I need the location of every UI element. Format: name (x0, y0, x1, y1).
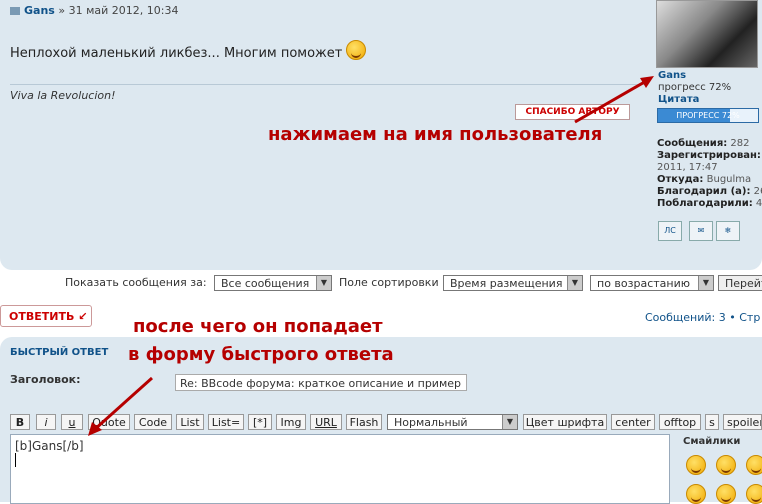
pencil-icon: ↙ (78, 310, 88, 323)
post-text: Неплохой маленький ликбез... Многим помо… (10, 46, 343, 61)
show-posts-select[interactable]: Все сообщения ▼ (214, 275, 332, 291)
annotation-line1: после чего он попадает (133, 316, 383, 337)
text-cursor (15, 453, 16, 467)
post-link-icon[interactable] (10, 7, 20, 15)
flash-button[interactable]: Flash (346, 414, 382, 430)
pm-button[interactable]: ЛС (658, 221, 682, 241)
smile-icon (346, 40, 367, 60)
stat-posts: Сообщения: 282 (657, 138, 750, 149)
quick-reply-title: БЫСТРЫЙ ОТВЕТ (10, 347, 109, 358)
annotation-arrow-2 (88, 376, 154, 436)
smiley-icon[interactable] (746, 455, 762, 475)
email-icon[interactable]: ✉ (689, 221, 713, 241)
profile-quote-link[interactable]: Цитата (658, 94, 699, 105)
message-editor[interactable]: [b]Gans[/b] (10, 434, 670, 504)
profile-username[interactable]: Gans (658, 70, 686, 81)
signature-divider (10, 84, 648, 85)
stat-thanked: Благодарил (а): 26 (657, 186, 762, 197)
annotation-arrow-1 (574, 76, 654, 124)
post-date: 31 май 2012, 10:34 (68, 4, 179, 17)
font-color-button[interactable]: Цвет шрифта (523, 414, 607, 430)
annotation-click-username: нажимаем на имя пользователя (268, 124, 603, 145)
smiley-icon[interactable] (716, 455, 736, 475)
pagination[interactable]: Сообщений: 3 • Стр (645, 311, 760, 324)
list-ordered-button[interactable]: List= (208, 414, 244, 430)
subject-input[interactable]: Re: BBcode форума: краткое описание и пр… (175, 374, 467, 391)
post-author[interactable]: Gans (24, 4, 55, 17)
smiley-icon[interactable] (686, 484, 706, 504)
reply-button[interactable]: ОТВЕТИТЬ ↙ (0, 305, 92, 327)
underline-button[interactable]: u (61, 414, 83, 430)
italic-button[interactable]: i (36, 414, 56, 430)
smiley-icon[interactable] (746, 484, 762, 504)
offtop-button[interactable]: offtop (659, 414, 701, 430)
signature: Viva la Revolucion! (10, 89, 116, 102)
avatar (656, 0, 758, 68)
font-size-select[interactable]: Нормальный ▼ (387, 414, 518, 430)
annotation-line2: в форму быстрого ответа (128, 344, 394, 365)
smiley-icon[interactable] (686, 455, 706, 475)
chevron-down-icon: ▼ (502, 415, 517, 429)
profile-stats: Сообщения: 282 Зарегистрирован: 2011, 17… (657, 138, 762, 210)
sort-order-select[interactable]: по возрастанию ▼ (590, 275, 714, 291)
stat-thanks-received: Поблагодарили: 49 (657, 198, 762, 209)
img-button[interactable]: Img (276, 414, 306, 430)
bold-button[interactable]: B (10, 414, 30, 430)
center-button[interactable]: center (611, 414, 655, 430)
stat-location: Откуда: Bugulma (657, 174, 752, 185)
strike-button[interactable]: s (705, 414, 719, 430)
show-posts-label: Показать сообщения за: (65, 276, 207, 289)
subject-label: Заголовок: (10, 373, 81, 386)
url-button[interactable]: URL (310, 414, 342, 430)
list-item-button[interactable]: [*] (248, 414, 272, 430)
smiley-icon[interactable] (716, 484, 736, 504)
post-header: Gans » 31 май 2012, 10:34 (10, 4, 178, 17)
sort-field-label: Поле сортировки (339, 276, 439, 289)
smilies-title: Смайлики (683, 436, 741, 447)
list-button[interactable]: List (176, 414, 204, 430)
progress-bar: ПРОГРЕСС 72% (657, 108, 759, 123)
stat-registered: Зарегистрирован: (657, 150, 761, 161)
chevron-down-icon: ▼ (698, 276, 713, 290)
chevron-down-icon: ▼ (567, 276, 582, 290)
icq-icon[interactable]: ❄ (716, 221, 740, 241)
spoiler-button[interactable]: spoiler (723, 414, 762, 430)
profile-rank: прогресс 72% (658, 82, 732, 93)
go-button[interactable]: Перейти (718, 275, 762, 291)
date-separator: » (58, 4, 66, 17)
sort-field-select[interactable]: Время размещения ▼ (443, 275, 583, 291)
progress-label: ПРОГРЕСС 72% (676, 111, 740, 120)
stat-registered-date: 2011, 17:47 (657, 162, 718, 173)
chevron-down-icon: ▼ (316, 276, 331, 290)
post-body: Неплохой маленький ликбез... Многим помо… (10, 40, 367, 61)
